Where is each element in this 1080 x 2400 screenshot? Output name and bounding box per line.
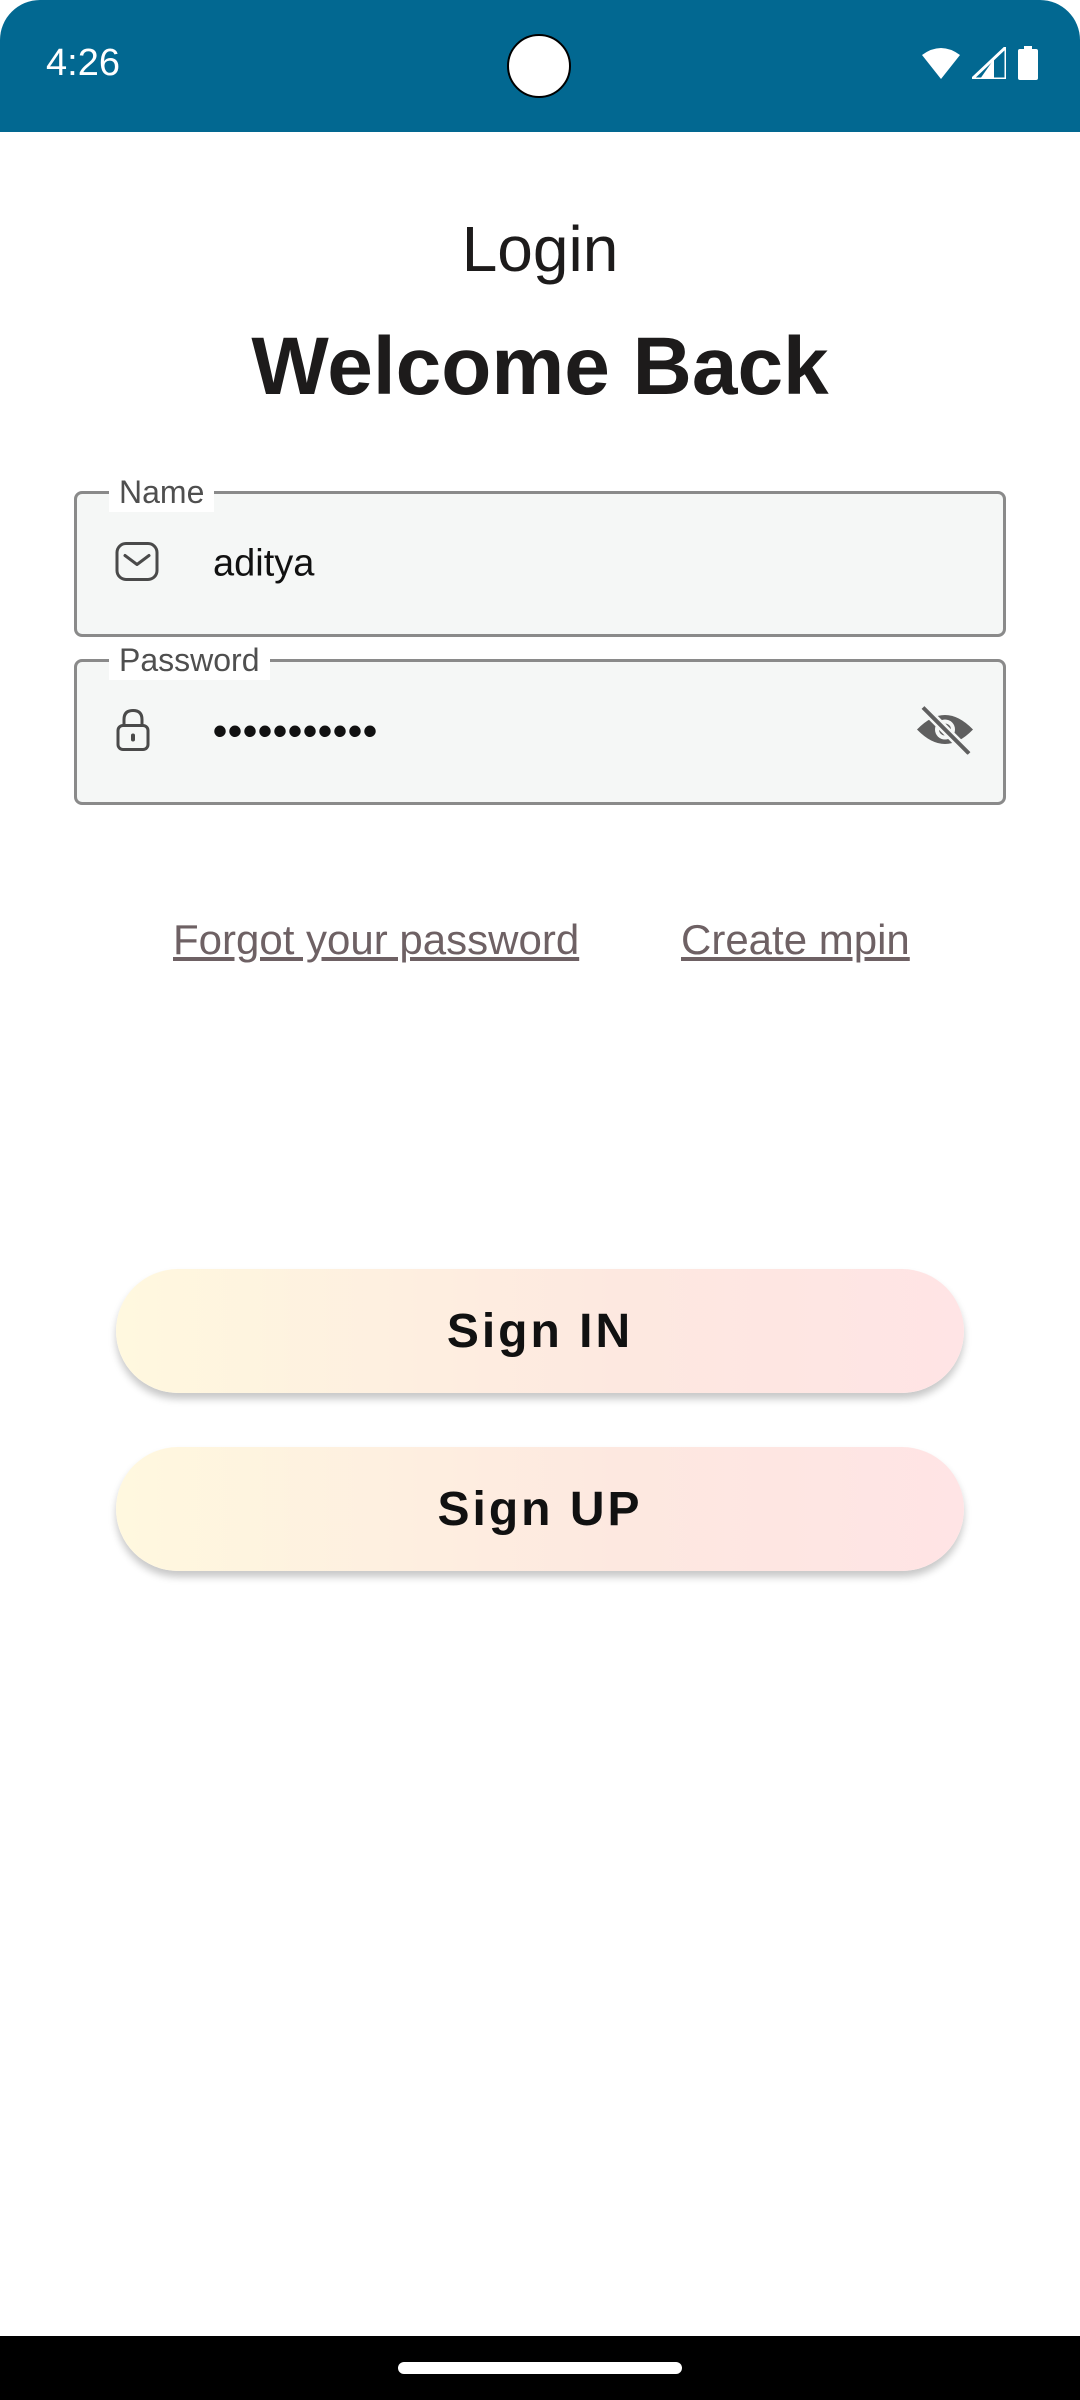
sign-in-button[interactable]: Sign IN	[116, 1269, 964, 1393]
lock-icon	[115, 708, 151, 757]
create-mpin-link[interactable]: Create mpin	[681, 916, 910, 964]
password-field[interactable]: Password •••••••••••	[74, 640, 1006, 805]
page-title: Login	[461, 213, 619, 285]
name-field[interactable]: Name aditya	[74, 472, 1006, 637]
home-indicator[interactable]	[398, 2362, 682, 2374]
mail-icon	[115, 542, 159, 587]
password-input[interactable]: •••••••••••	[213, 710, 378, 755]
forgot-password-link[interactable]: Forgot your password	[173, 916, 579, 964]
password-field-label: Password	[109, 640, 270, 680]
status-time: 4:26	[46, 42, 120, 84]
sign-up-button[interactable]: Sign UP	[116, 1447, 964, 1571]
name-field-label: Name	[109, 472, 215, 512]
name-input[interactable]: aditya	[213, 543, 314, 586]
wifi-icon	[922, 47, 960, 79]
camera-cutout	[507, 34, 571, 98]
eye-off-icon[interactable]	[915, 704, 975, 760]
welcome-heading: Welcome Back	[251, 321, 829, 412]
status-bar: 4:26	[0, 0, 1080, 132]
status-icons	[922, 46, 1038, 80]
cellular-signal-icon	[972, 47, 1006, 79]
navigation-bar	[0, 2336, 1080, 2400]
battery-icon	[1018, 46, 1038, 80]
